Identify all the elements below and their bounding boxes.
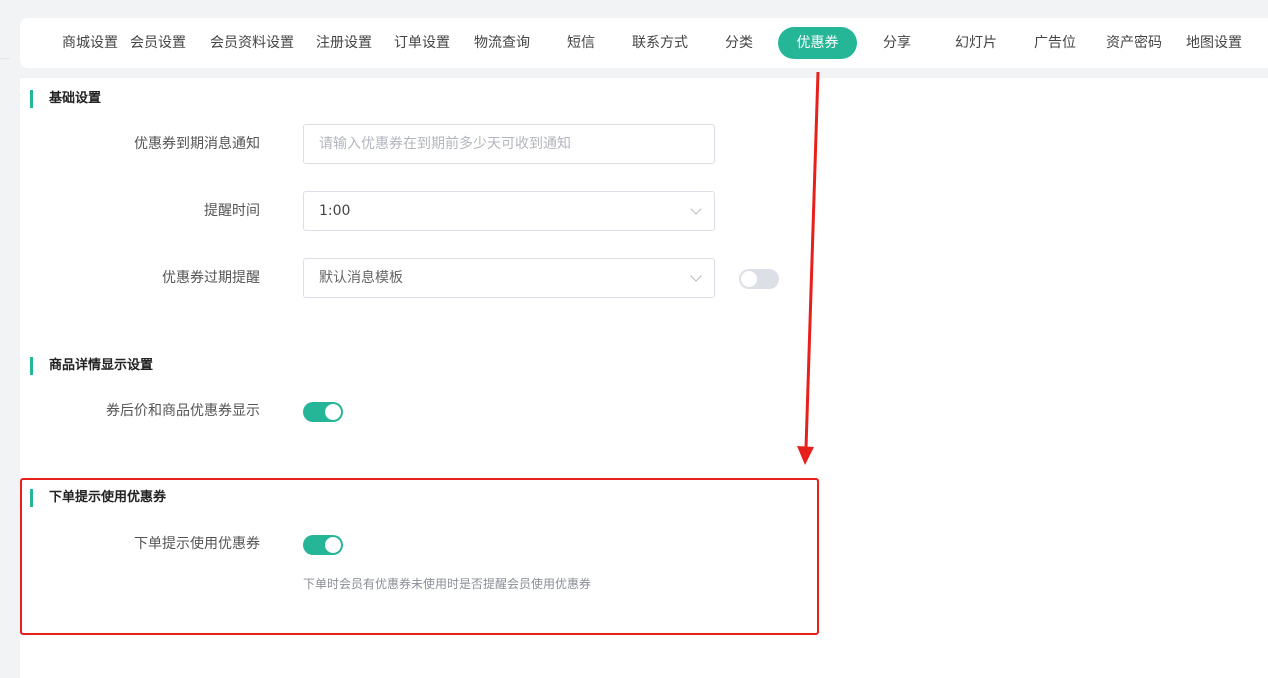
tab-member-profile-settings[interactable]: 会员资料设置 [204,27,300,59]
tab-asset-password[interactable]: 资产密码 [1098,27,1170,59]
tab-logistics-query[interactable]: 物流查询 [466,27,538,59]
expire-remind-toggle[interactable] [739,269,779,289]
expire-remind-template-select[interactable]: 默认消息模板 [303,258,715,298]
remind-time-select[interactable]: 1:00 [303,191,715,231]
tab-mall-settings[interactable]: 商城设置 [44,27,136,59]
expire-remind-template-value: 默认消息模板 [319,270,403,286]
coupon-settings-panel: 基础设置 优惠券到期消息通知 请输入优惠券在到期前多少天可收到通知 提醒时间 1… [20,78,1268,678]
tab-slideshow[interactable]: 幻灯片 [948,27,1004,59]
toggle-knob [325,404,341,420]
order-prompt-hint: 下单时会员有优惠券未使用时是否提醒会员使用优惠券 [303,577,592,591]
tab-sms[interactable]: 短信 [556,27,606,59]
expire-notice-placeholder: 请输入优惠券在到期前多少天可收到通知 [319,136,571,152]
settings-tab-bar: 商城设置 会员设置 会员资料设置 注册设置 订单设置 物流查询 短信 联系方式 … [20,18,1268,68]
toggle-knob [325,537,341,553]
remind-time-label: 提醒时间 [204,203,260,219]
tab-register-settings[interactable]: 注册设置 [310,27,378,59]
expire-notice-days-input[interactable]: 请输入优惠券在到期前多少天可收到通知 [303,124,715,164]
section-accent-bar [30,489,33,507]
section-title-text: 下单提示使用优惠券 [49,490,167,505]
section-accent-bar [30,90,33,108]
section-title-text: 基础设置 [49,91,102,106]
order-prompt-toggle[interactable] [303,535,343,555]
tab-map-settings[interactable]: 地图设置 [1178,27,1250,59]
price-display-label: 券后价和商品优惠券显示 [106,403,260,419]
tab-share[interactable]: 分享 [872,27,922,59]
order-prompt-label: 下单提示使用优惠券 [134,536,260,552]
tab-category[interactable]: 分类 [714,27,764,59]
tab-ad-slot[interactable]: 广告位 [1028,27,1082,59]
section-accent-bar [30,357,33,375]
divider [0,58,10,59]
chevron-down-icon [690,203,702,215]
expire-remind-label: 优惠券过期提醒 [162,270,260,286]
tab-order-settings[interactable]: 订单设置 [388,27,456,59]
tab-contact[interactable]: 联系方式 [624,27,696,59]
chevron-down-icon [690,270,702,282]
remind-time-value: 1:00 [319,203,351,219]
tab-member-settings[interactable]: 会员设置 [124,27,192,59]
tab-coupon[interactable]: 优惠券 [778,27,857,59]
price-display-toggle[interactable] [303,402,343,422]
left-edge-strip [0,0,10,673]
expire-notice-label: 优惠券到期消息通知 [134,136,260,152]
section-title-text: 商品详情显示设置 [49,358,154,373]
toggle-knob [741,271,757,287]
